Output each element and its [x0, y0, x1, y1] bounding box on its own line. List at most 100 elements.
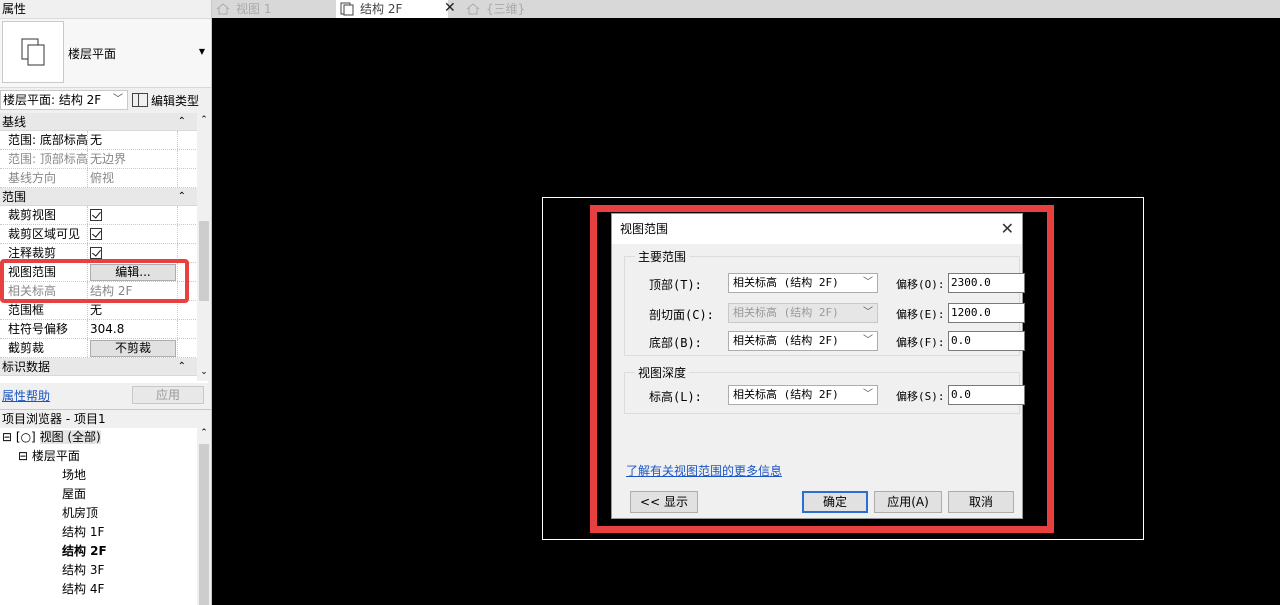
tree-item[interactable]: 场地 — [0, 466, 198, 485]
project-browser-tree: ⊟ [○] 视图 (全部) ⊟ 楼层平面 场地 屋面 机房顶 结构 1F 结构 … — [0, 428, 198, 605]
section-header-extents[interactable]: 范围 ⌃ — [0, 188, 208, 206]
property-row[interactable]: 基线方向 俯视 — [0, 169, 208, 188]
edit-type-icon — [132, 93, 148, 107]
house-icon — [216, 3, 230, 15]
scrollbar-thumb[interactable] — [199, 444, 209, 605]
browser-scrollbar[interactable]: ⌃ — [197, 428, 211, 605]
scrollbar-thumb[interactable] — [199, 221, 209, 301]
offset-label: 偏移(S): — [896, 390, 945, 403]
tree-item-label: 结构 2F — [62, 544, 107, 558]
show-button[interactable]: << 显示 — [630, 491, 698, 513]
close-tab-icon[interactable]: ✕ — [444, 0, 456, 16]
crop-visible-cell — [88, 225, 178, 243]
bottom-level-select[interactable]: 相关标高 (结构 2F) ﹀ — [728, 331, 878, 351]
tab-label: 视图 1 — [236, 2, 272, 16]
tree-item-active[interactable]: 结构 2F — [0, 542, 198, 561]
section-label: 范围 — [2, 190, 27, 204]
depth-offset-input[interactable]: 0.0 — [948, 385, 1025, 405]
more-info-link[interactable]: 了解有关视图范围的更多信息 — [626, 462, 782, 479]
view-instance-select[interactable]: 楼层平面: 结构 2F ﹀ — [0, 90, 128, 110]
depth-clipping-button[interactable]: 不剪裁 — [90, 340, 176, 357]
type-selector[interactable]: 楼层平面 ▼ — [0, 18, 211, 88]
views-icon: [○] — [15, 430, 36, 444]
cut-plane-level-select[interactable]: 相关标高 (结构 2F) ﹀ — [728, 303, 878, 323]
property-key: 范围: 底部标高 — [0, 131, 88, 149]
annotation-crop-checkbox[interactable] — [90, 247, 102, 259]
scroll-down-icon[interactable]: ⌄ — [197, 367, 211, 377]
tree-item-label: 屋面 — [62, 487, 87, 501]
apply-button[interactable]: 应用(A) — [874, 491, 942, 513]
offset-label: 偏移(O): — [896, 278, 945, 291]
tree-item-label: 场地 — [62, 468, 87, 482]
depth-level-select[interactable]: 相关标高 (结构 2F) ﹀ — [728, 385, 878, 405]
tree-item[interactable]: 结构 1F — [0, 523, 198, 542]
ok-button[interactable]: 确定 — [802, 491, 868, 513]
tab-structure-2f[interactable]: 结构 2F — [336, 0, 448, 18]
scroll-up-icon[interactable]: ⌃ — [197, 428, 211, 438]
primary-range-group: 主要范围 顶部(T): 相关标高 (结构 2F) ﹀ 偏移(O): 2300.0… — [624, 248, 1025, 356]
section-label: 标识数据 — [2, 360, 51, 374]
top-offset-input[interactable]: 2300.0 — [948, 273, 1025, 293]
properties-apply-button[interactable]: 应用 — [132, 386, 204, 404]
property-row[interactable]: 裁剪区域可见 — [0, 225, 208, 244]
cut-plane-row: 剖切面(C): 相关标高 (结构 2F) ﹀ 偏移(E): 1200.0 — [625, 303, 1025, 325]
dialog-title-bar[interactable]: 视图范围 ✕ — [612, 214, 1022, 244]
property-value[interactable]: 304.8 — [88, 320, 178, 338]
close-icon[interactable]: ✕ — [1001, 214, 1014, 244]
collapse-minus-icon[interactable]: ⊟ — [18, 449, 28, 463]
cut-plane-offset-input[interactable]: 1200.0 — [948, 303, 1025, 323]
collapse-minus-icon[interactable]: ⊟ — [2, 430, 12, 444]
tree-node-floor-plans[interactable]: ⊟ 楼层平面 — [0, 447, 198, 466]
tree-item[interactable]: 结构 3F — [0, 561, 198, 580]
tree-item[interactable]: 机房顶 — [0, 504, 198, 523]
cancel-button[interactable]: 取消 — [948, 491, 1014, 513]
chevron-down-icon: ﹀ — [863, 307, 873, 318]
scroll-up-icon[interactable]: ⌃ — [197, 115, 211, 125]
property-value[interactable]: 无 — [88, 301, 178, 319]
property-row[interactable]: 截剪裁 不剪裁 — [0, 339, 208, 358]
property-row[interactable]: 柱符号偏移 304.8 — [0, 320, 208, 339]
section-header-identity[interactable]: 标识数据 ⌃ — [0, 358, 208, 376]
property-row[interactable]: 裁剪视图 — [0, 206, 208, 225]
property-row[interactable]: 范围: 底部标高 无 — [0, 131, 208, 150]
tree-item[interactable]: 屋面 — [0, 485, 198, 504]
depth-clipping-cell: 不剪裁 — [88, 339, 178, 357]
property-row[interactable]: 范围框 无 — [0, 301, 208, 320]
group-label: 视图深度 — [635, 364, 690, 381]
crop-view-checkbox[interactable] — [90, 209, 102, 221]
property-value[interactable]: 无边界 — [88, 150, 178, 168]
property-value[interactable]: 俯视 — [88, 169, 178, 187]
tab-label: {三维} — [486, 2, 526, 16]
collapse-icon[interactable]: ⌃ — [178, 358, 186, 376]
tab-label: 结构 2F — [360, 2, 403, 16]
crop-view-cell — [88, 206, 178, 224]
bottom-offset-input[interactable]: 0.0 — [948, 331, 1025, 351]
property-key: 柱符号偏移 — [0, 320, 88, 338]
tree-node-views[interactable]: ⊟ [○] 视图 (全部) — [0, 428, 198, 447]
properties-help-link[interactable]: 属性帮助 — [0, 387, 50, 404]
properties-title: 属性 — [0, 0, 211, 18]
chevron-down-icon: ﹀ — [863, 277, 873, 288]
view-tabs: 视图 1 结构 2F ✕ {三维} — [212, 0, 1280, 18]
view-depth-group: 视图深度 标高(L): 相关标高 (结构 2F) ﹀ 偏移(S): 0.0 — [624, 364, 1025, 414]
project-browser-title: 项目浏览器 - 项目1 — [0, 409, 212, 427]
edit-type-button[interactable]: 编辑类型 — [132, 92, 199, 109]
section-label: 基线 — [2, 115, 27, 129]
property-value[interactable]: 无 — [88, 131, 178, 149]
top-level-select[interactable]: 相关标高 (结构 2F) ﹀ — [728, 273, 878, 293]
collapse-icon[interactable]: ⌃ — [178, 113, 186, 131]
collapse-icon[interactable]: ⌃ — [178, 188, 186, 206]
tab-3d[interactable]: {三维} — [462, 0, 562, 18]
select-value: 相关标高 (结构 2F) — [733, 388, 839, 401]
tree-item-label: 结构 1F — [62, 525, 105, 539]
tree-node-label: 视图 (全部) — [39, 430, 101, 444]
tree-item[interactable]: 结构 4F — [0, 580, 198, 599]
select-value: 相关标高 (结构 2F) — [733, 306, 839, 319]
field-label: 底部(B): — [649, 336, 702, 350]
crop-region-visible-checkbox[interactable] — [90, 228, 102, 240]
property-row[interactable]: 范围: 顶部标高 无边界 — [0, 150, 208, 169]
tab-view-1[interactable]: 视图 1 — [212, 0, 332, 18]
dropdown-arrow-icon[interactable]: ▼ — [199, 47, 205, 56]
properties-scrollbar[interactable]: ⌃ ⌄ — [197, 113, 211, 381]
section-header-baseline[interactable]: 基线 ⌃ — [0, 113, 208, 131]
